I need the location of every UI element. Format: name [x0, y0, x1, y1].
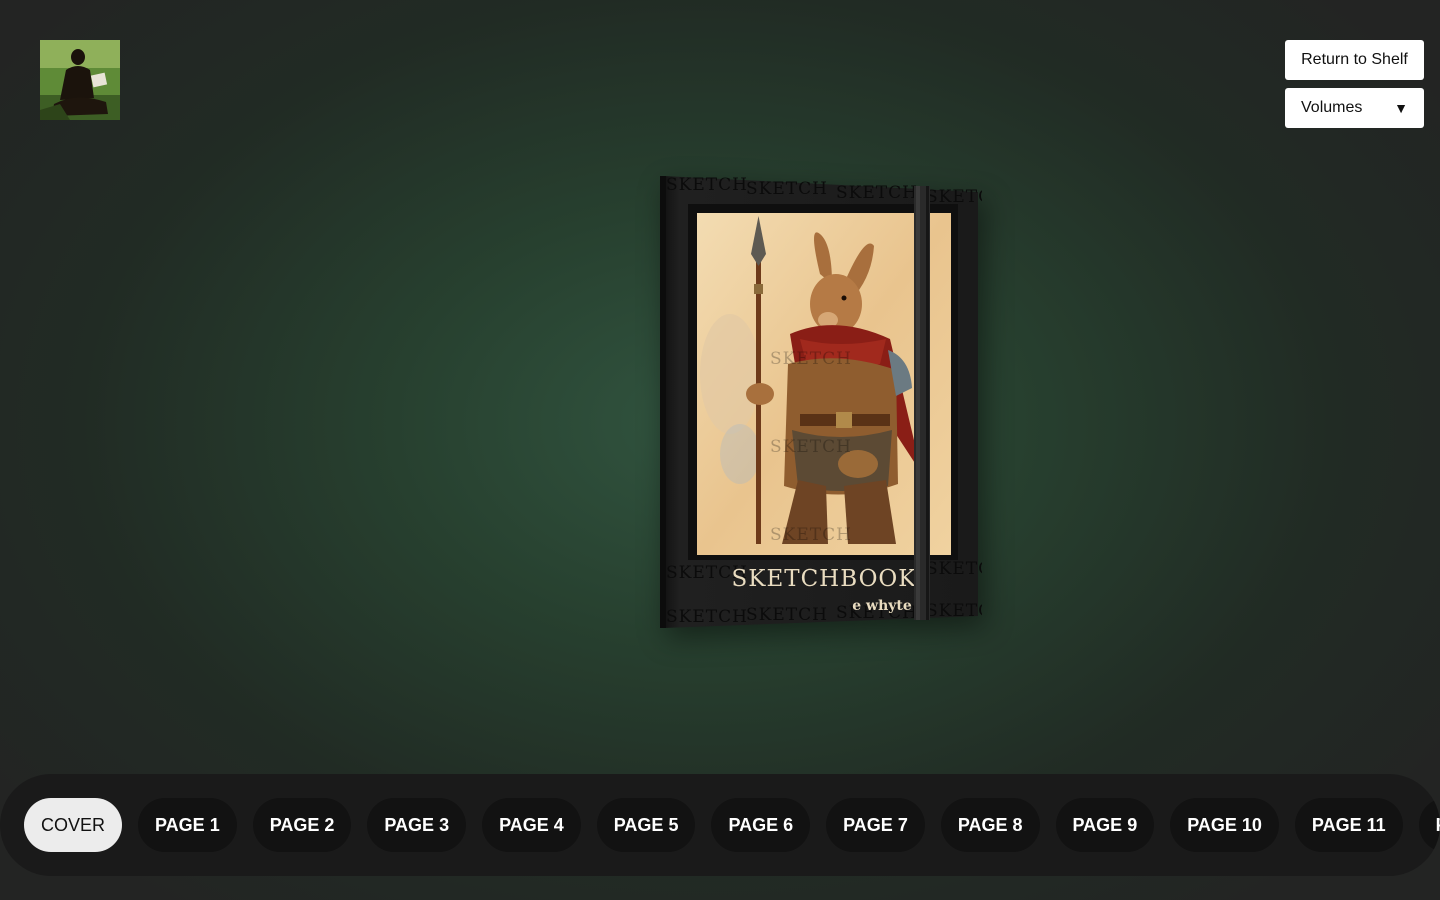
pattern-word: SKETCH: [746, 179, 828, 199]
pattern-word: SKETCH: [770, 525, 852, 545]
pattern-word: SKETCH: [666, 607, 748, 627]
tab-cover[interactable]: COVER: [24, 798, 123, 852]
tab-page-8[interactable]: PAGE 8: [940, 798, 1040, 852]
pattern-word: SKETCH: [770, 437, 852, 457]
cover-title: SKETCHBOOK: [732, 566, 917, 592]
tab-page-4[interactable]: PAGE 4: [482, 798, 581, 852]
page-navigation-bar[interactable]: COVER PAGE 1 PAGE 2 PAGE 3 PAGE 4 PAGE 5 PAGE …: [0, 774, 1440, 876]
tab-page-1[interactable]: PAGE 1: [138, 798, 237, 852]
sketchbook-cover[interactable]: SKETCH SKETCH SKETCH SKETCH SKETCH SKETC…: [660, 174, 982, 630]
tab-page-9[interactable]: PAGE 9: [1055, 798, 1155, 852]
dropdown-arrow-icon: ▼: [1394, 100, 1408, 116]
pattern-word: SKETCH: [666, 175, 748, 195]
user-avatar[interactable]: [40, 40, 120, 120]
pattern-word: SKETCH: [770, 349, 852, 369]
pattern-word: SKETCH: [926, 559, 982, 579]
tab-page-12[interactable]: PAGE 12: [1418, 798, 1440, 852]
tab-page-11[interactable]: PAGE 11: [1294, 798, 1403, 852]
tab-page-3[interactable]: PAGE 3: [367, 798, 467, 852]
tab-page-7[interactable]: PAGE 7: [826, 798, 925, 852]
tab-page-2[interactable]: PAGE 2: [252, 798, 352, 852]
tab-page-5[interactable]: PAGE 5: [596, 798, 696, 852]
return-to-shelf-button[interactable]: Return to Shelf: [1285, 40, 1424, 80]
page-tabs: COVER PAGE 1 PAGE 2 PAGE 3 PAGE 4 PAGE 5 PAGE …: [24, 798, 1440, 852]
pattern-word: SKETCH: [926, 601, 982, 621]
cover-author: e whyte: [852, 598, 912, 614]
avatar-image: [40, 40, 120, 120]
pattern-word: SKETCH: [836, 183, 918, 203]
pattern-word: SKETCH: [746, 605, 828, 625]
tab-page-6[interactable]: PAGE 6: [711, 798, 811, 852]
volumes-label: Volumes: [1301, 99, 1363, 116]
tab-page-10[interactable]: PAGE 10: [1170, 798, 1279, 852]
volumes-dropdown[interactable]: Volumes ▼: [1285, 88, 1424, 128]
cover-artwork: [697, 213, 951, 555]
